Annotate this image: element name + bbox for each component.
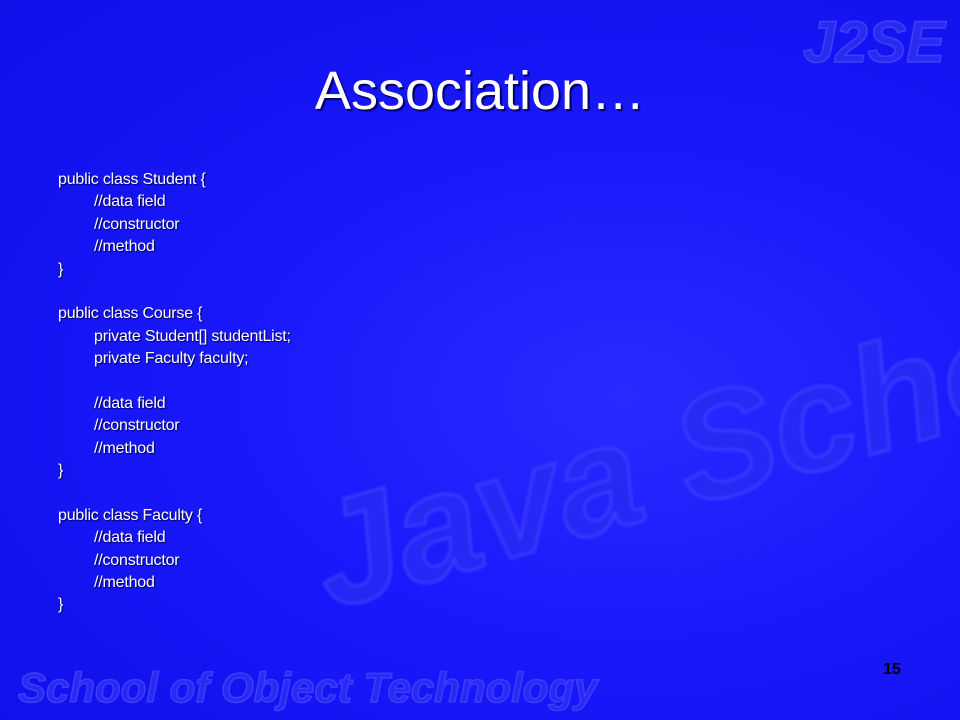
code-line: //method — [94, 238, 155, 256]
code-line: } — [58, 260, 64, 278]
code-line: } — [58, 462, 64, 480]
code-line: } — [58, 596, 64, 614]
slide: J2SE Java School School of Object Techno… — [0, 0, 960, 720]
code-line: public class Course { — [58, 305, 203, 323]
footer-logo-watermark: School of Object Technology — [18, 664, 600, 711]
code-line: private Student[] studentList; — [94, 327, 291, 345]
code-line: //method — [94, 574, 155, 592]
code-line: //data field — [94, 394, 166, 412]
code-line: //constructor — [94, 551, 180, 569]
code-line: //constructor — [94, 215, 180, 233]
code-line: public class Student { — [58, 171, 206, 188]
code-line: //method — [94, 439, 155, 457]
code-line: //data field — [94, 529, 166, 547]
code-line: //data field — [94, 193, 166, 211]
code-block: public class Student { //data field //cons… — [58, 169, 578, 617]
page-number: 15 — [883, 661, 901, 678]
slide-title: Association… — [314, 61, 646, 121]
code-line: public class Faculty { — [58, 506, 203, 524]
code-line: private Faculty faculty; — [94, 350, 249, 368]
code-line: //constructor — [94, 417, 180, 435]
